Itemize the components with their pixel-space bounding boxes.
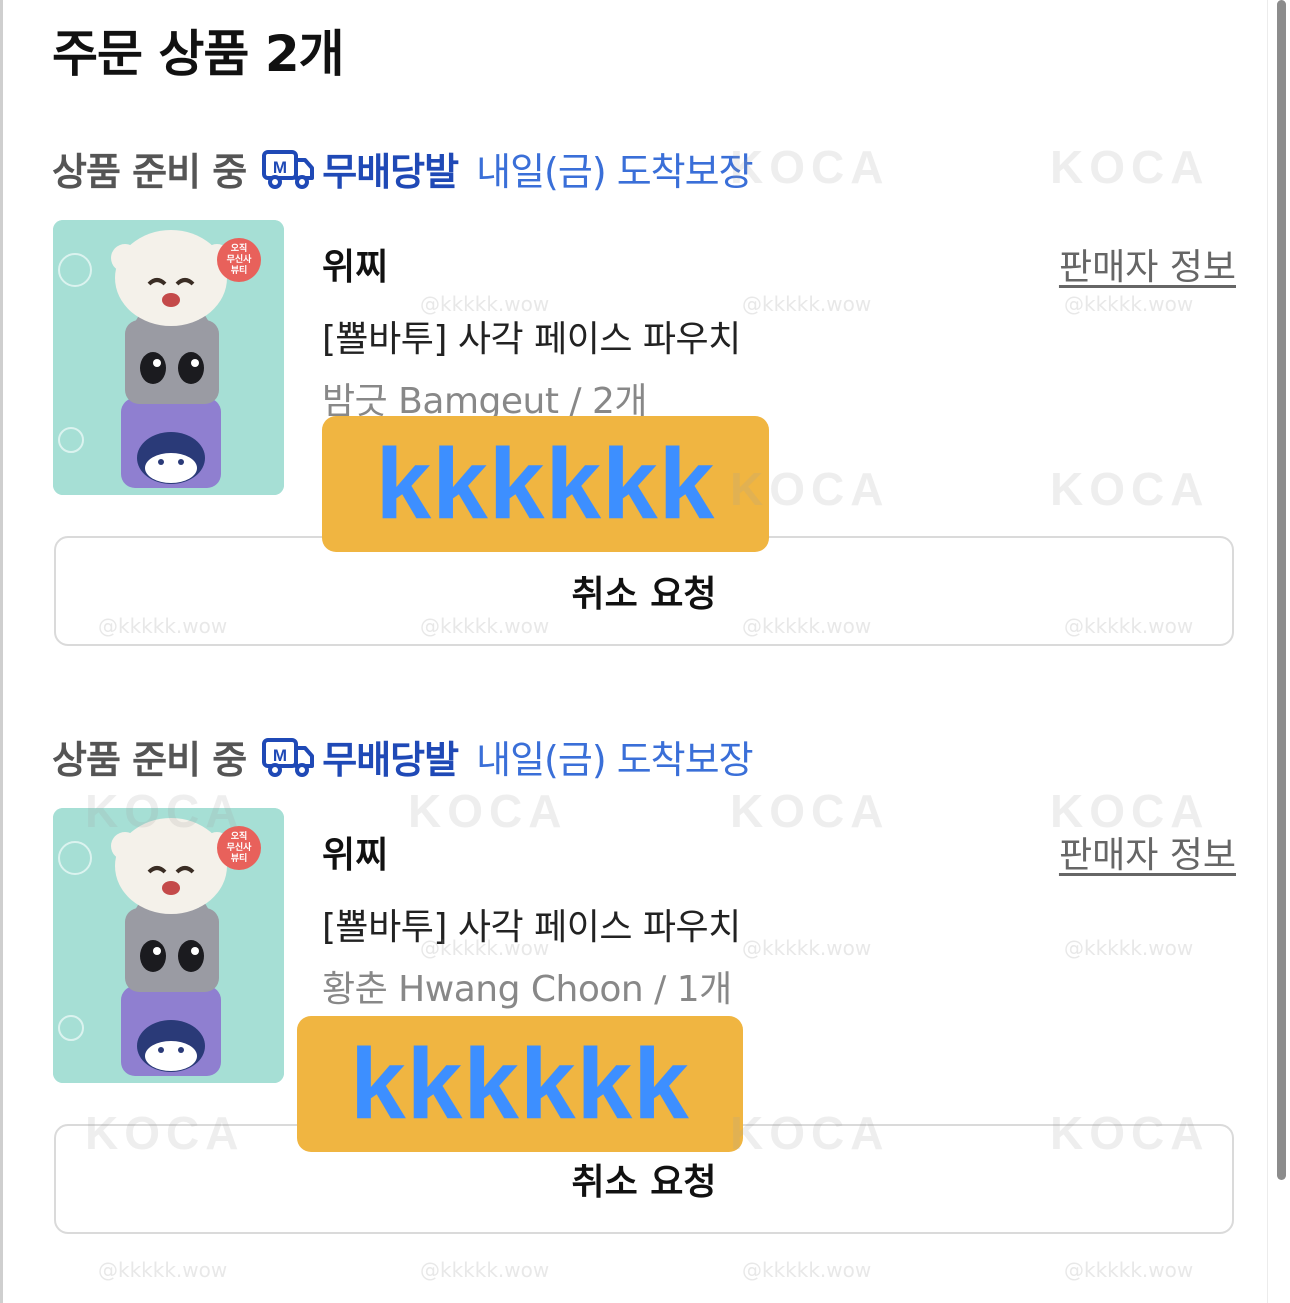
delivery-eta-text: 내일(금) 도착보장 — [476, 737, 753, 782]
delivery-brand-label: 무배당발 — [322, 737, 459, 782]
watermark-handle: @kkkkk.wow — [98, 1258, 228, 1282]
seller-info-link[interactable]: 판매자 정보 — [1059, 238, 1236, 290]
product-thumbnail[interactable]: 오직 무신사 뷰티 — [53, 220, 284, 495]
product-name[interactable]: [뾸바투] 사각 페이스 파우치 — [322, 898, 741, 950]
seller-info-link[interactable]: 판매자 정보 — [1059, 826, 1236, 878]
svg-text:M: M — [273, 158, 287, 177]
delivery-status-line: 상품 준비 중 M 무배당발 내일(금) 도착보장 — [52, 138, 754, 198]
svg-text:M: M — [273, 746, 287, 765]
delivery-brand-label: 무배당발 — [322, 149, 459, 194]
product-option: 황춘 Hwang Choon / 1개 — [322, 969, 732, 1010]
delivery-eta-text: 내일(금) 도착보장 — [476, 149, 753, 194]
brand-name[interactable]: 위찌 — [322, 238, 388, 290]
exclusive-badge: 오직 무신사 뷰티 — [226, 831, 252, 864]
watermark-handle: @kkkkk.wow — [742, 936, 872, 960]
redaction-sticker: kkkkkk — [322, 416, 769, 552]
redaction-sticker: kkkkkk — [297, 1016, 743, 1152]
watermark-logo: KOCA — [730, 141, 890, 193]
delivery-status-line: 상품 준비 중 M 무배당발 내일(금) 도착보장 — [52, 726, 754, 786]
delivery-truck-icon: M — [262, 146, 315, 190]
scrollbar-thumb[interactable] — [1277, 0, 1286, 1180]
scrollbar-track[interactable] — [1267, 0, 1290, 1303]
brand-name[interactable]: 위찌 — [322, 826, 388, 878]
exclusive-badge: 오직 무신사 뷰티 — [226, 243, 252, 276]
watermark-logo: KOCA — [408, 785, 568, 837]
watermark-logo: KOCA — [1050, 141, 1210, 193]
product-name[interactable]: [뾸바투] 사각 페이스 파우치 — [322, 310, 741, 362]
watermark-handle: @kkkkk.wow — [742, 292, 872, 316]
watermark-handle: @kkkkk.wow — [742, 1258, 872, 1282]
cancel-request-button[interactable]: 취소 요청 — [54, 536, 1234, 646]
delivery-truck-icon: M — [262, 734, 315, 778]
status-text: 상품 준비 중 — [52, 737, 247, 782]
watermark-handle: @kkkkk.wow — [1064, 1258, 1194, 1282]
watermark-logo: KOCA — [730, 785, 890, 837]
order-items-title: 주문 상품 2개 — [52, 25, 345, 83]
watermark-handle: @kkkkk.wow — [1064, 292, 1194, 316]
watermark-handle: @kkkkk.wow — [420, 1258, 550, 1282]
window-edge — [0, 0, 3, 1303]
watermark-logo: KOCA — [1050, 463, 1210, 515]
watermark-handle: @kkkkk.wow — [1064, 936, 1194, 960]
product-thumbnail[interactable]: 오직 무신사 뷰티 — [53, 808, 284, 1083]
status-text: 상품 준비 중 — [52, 149, 247, 194]
